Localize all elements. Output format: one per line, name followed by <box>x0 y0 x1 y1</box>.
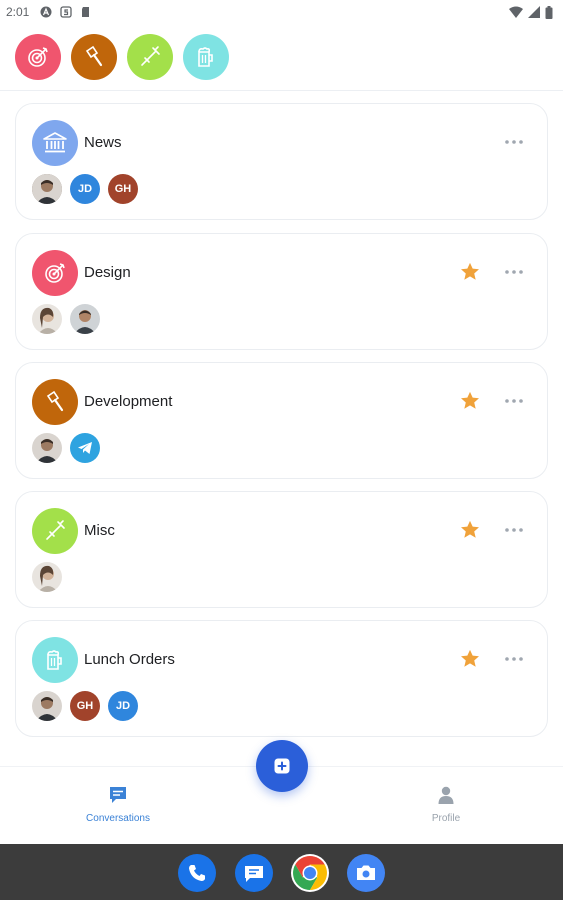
channel-card-design[interactable]: Design <box>15 233 548 350</box>
channel-avatar <box>32 120 78 166</box>
dock-chrome[interactable] <box>291 854 329 892</box>
phone-icon <box>189 865 205 881</box>
channel-shortcuts <box>0 24 563 91</box>
channel-avatar <box>32 508 78 554</box>
member-avatar-initials: GH <box>108 174 138 204</box>
beer-mug-icon <box>47 650 62 670</box>
gavel-icon <box>85 45 103 67</box>
gavel-icon <box>46 390 64 412</box>
nav-tab-profile[interactable]: Profile <box>386 785 506 824</box>
beer-mug-icon <box>198 47 213 67</box>
messages-icon <box>245 866 263 882</box>
person-photo-icon <box>32 562 62 592</box>
person-photo-icon <box>32 691 62 721</box>
channel-avatar <box>32 379 78 425</box>
member-avatar-photo <box>32 562 62 592</box>
star-icon[interactable] <box>459 519 481 541</box>
target-icon <box>28 47 48 67</box>
person-photo-icon <box>32 304 62 334</box>
dock-phone[interactable] <box>178 854 216 892</box>
channel-card-misc[interactable]: Misc <box>15 491 548 608</box>
wifi-icon <box>509 6 523 18</box>
target-icon <box>45 263 65 283</box>
syringe-icon <box>46 520 65 540</box>
syringe-icon <box>141 46 160 66</box>
chrome-icon <box>293 856 327 890</box>
signal-icon <box>528 6 540 18</box>
bank-icon <box>43 132 67 153</box>
member-avatars <box>32 304 100 334</box>
s-badge-icon <box>60 6 72 18</box>
more-options-icon[interactable] <box>503 268 525 276</box>
person-photo-icon <box>70 304 100 334</box>
channel-avatar <box>32 250 78 296</box>
nav-label-conversations: Conversations <box>86 813 150 824</box>
camera-icon <box>357 865 375 880</box>
channel-card-development[interactable]: Development <box>15 362 548 479</box>
more-options-icon[interactable] <box>503 655 525 663</box>
member-avatar-initials: JD <box>70 174 100 204</box>
member-avatar-telegram <box>70 433 100 463</box>
channel-title: Development <box>84 393 173 410</box>
member-avatars: GH JD <box>32 691 138 721</box>
star-icon[interactable] <box>459 390 481 412</box>
status-time: 2:01 <box>6 5 30 19</box>
channel-shortcut-design[interactable] <box>15 34 61 80</box>
nav-tab-conversations[interactable]: Conversations <box>58 785 178 824</box>
person-icon <box>438 786 454 804</box>
dock-camera[interactable] <box>347 854 385 892</box>
sd-card-icon <box>82 7 89 17</box>
nav-label-profile: Profile <box>431 813 461 824</box>
a-badge-icon <box>40 6 52 18</box>
channel-shortcut-lunch-orders[interactable] <box>183 34 229 80</box>
dock-messages[interactable] <box>235 854 273 892</box>
member-avatars <box>32 433 100 463</box>
member-avatar-photo <box>32 691 62 721</box>
chat-bubble-icon <box>110 787 126 803</box>
star-icon[interactable] <box>459 261 481 283</box>
person-photo-icon <box>32 433 62 463</box>
telegram-icon <box>78 442 92 454</box>
battery-icon <box>545 5 553 19</box>
more-options-icon[interactable] <box>503 526 525 534</box>
status-icons <box>509 5 553 19</box>
more-options-icon[interactable] <box>503 138 525 146</box>
system-dock <box>0 844 563 900</box>
new-conversation-button[interactable] <box>256 740 308 792</box>
channel-card-news[interactable]: News JD GH <box>15 103 548 220</box>
new-message-icon <box>274 758 290 774</box>
member-avatar-initials: JD <box>108 691 138 721</box>
more-options-icon[interactable] <box>503 397 525 405</box>
member-avatar-initials: GH <box>70 691 100 721</box>
member-avatar-photo <box>70 304 100 334</box>
channel-shortcut-development[interactable] <box>71 34 117 80</box>
status-bar: 2:01 <box>0 0 563 24</box>
member-avatar-photo <box>32 433 62 463</box>
channel-shortcut-misc[interactable] <box>127 34 173 80</box>
channel-title: News <box>84 134 122 151</box>
member-avatar-photo <box>32 304 62 334</box>
member-avatar-photo <box>32 174 62 204</box>
member-avatars: JD GH <box>32 174 138 204</box>
channel-title: Design <box>84 264 131 281</box>
channel-avatar <box>32 637 78 683</box>
channel-card-lunch-orders[interactable]: Lunch Orders GH JD <box>15 620 548 737</box>
star-icon[interactable] <box>459 648 481 670</box>
channel-title: Misc <box>84 522 115 539</box>
person-photo-icon <box>32 174 62 204</box>
channel-title: Lunch Orders <box>84 651 175 668</box>
member-avatars <box>32 562 62 592</box>
